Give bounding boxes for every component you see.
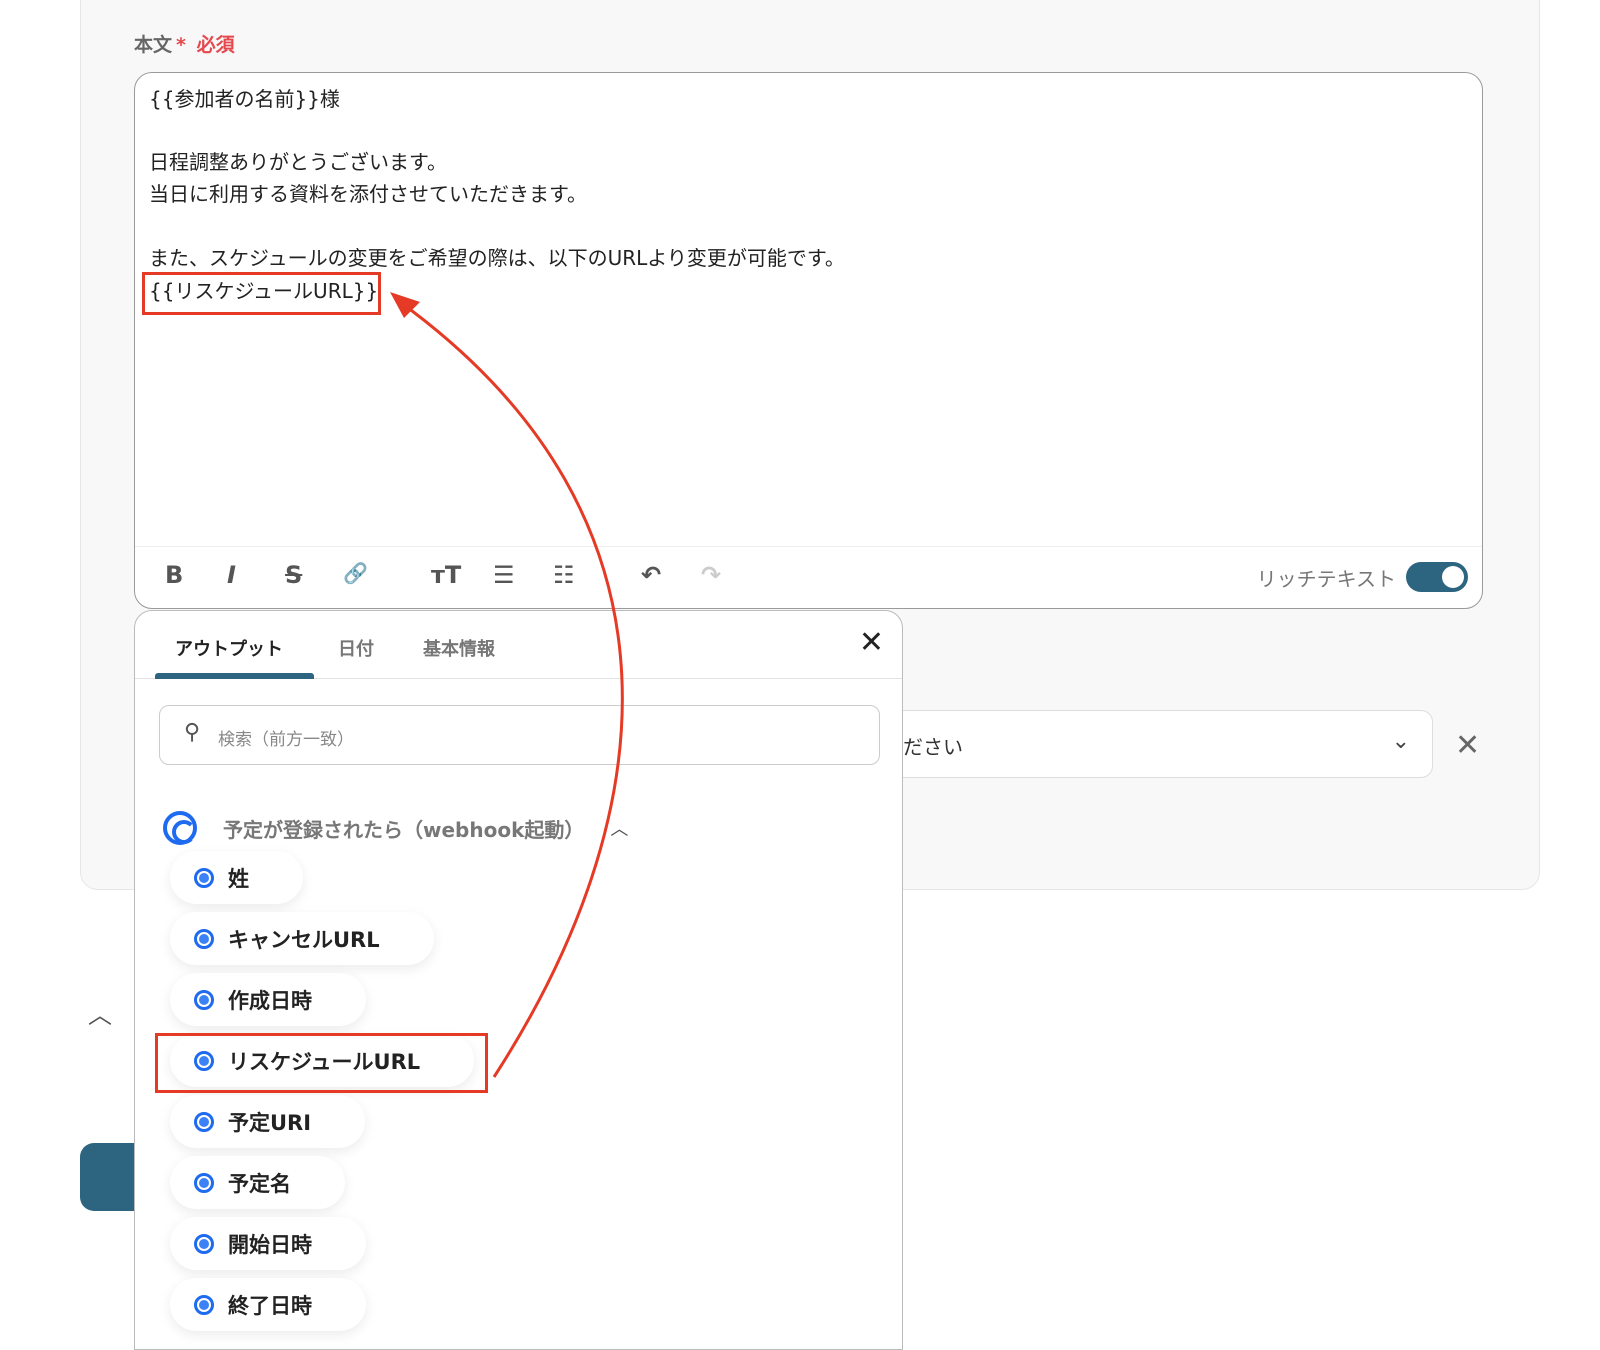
strikethrough-button[interactable]: S <box>285 561 302 589</box>
editor-line: 日程調整ありがとうございます。 <box>149 150 447 174</box>
editor-line: {{参加者の名前}}様 <box>149 87 340 111</box>
output-item[interactable]: 予定URI <box>170 1095 366 1148</box>
tab-date[interactable]: 日付 <box>338 635 374 661</box>
panel-tabs: アウトプット 日付 基本情報 ✕ <box>135 611 902 679</box>
chevron-down-icon: ⌄ <box>1391 729 1410 754</box>
output-item[interactable]: 作成日時 <box>170 973 366 1026</box>
output-picker-panel: アウトプット 日付 基本情報 ✕ ⚲ 検索（前方一致） 予定が登録されたら（we… <box>134 610 903 1350</box>
calendly-icon <box>194 1233 214 1254</box>
calendly-icon <box>194 928 214 949</box>
bold-button[interactable]: B <box>165 561 183 589</box>
output-item[interactable]: キャンセルURL <box>170 912 434 965</box>
remove-icon[interactable]: ✕ <box>1455 728 1480 763</box>
rich-text-toggle[interactable] <box>1406 562 1468 592</box>
calendly-icon <box>194 1172 214 1193</box>
body-editor[interactable]: {{参加者の名前}}様 日程調整ありがとうございます。 当日に利用する資料を添付… <box>134 72 1483 609</box>
tab-output[interactable]: アウトプット <box>175 635 283 661</box>
dropdown-select[interactable]: ださい ⌄ <box>880 710 1433 778</box>
search-input[interactable]: ⚲ 検索（前方一致） <box>159 705 880 765</box>
bullet-list-icon[interactable]: ☰ <box>493 561 515 589</box>
output-item[interactable]: 開始日時 <box>170 1217 366 1270</box>
search-placeholder: 検索（前方一致） <box>218 730 354 750</box>
primary-button[interactable] <box>80 1143 140 1211</box>
editor-toolbar: B I S 🔗 ᴛT ☰ ☷ ↶ ↷ リッチテキスト <box>135 546 1482 608</box>
link-icon[interactable]: 🔗 <box>343 561 368 585</box>
calendly-icon <box>194 989 214 1010</box>
group-header[interactable]: 予定が登録されたら（webhook起動） ︿ <box>163 811 628 845</box>
output-item-label: 予定URI <box>228 1110 312 1135</box>
chevron-up-icon[interactable]: ︿ <box>88 995 112 1030</box>
output-item-label: 開始日時 <box>228 1232 312 1257</box>
active-tab-indicator <box>155 673 314 679</box>
tab-basic-info[interactable]: 基本情報 <box>423 635 495 661</box>
output-item[interactable]: 姓 <box>170 851 303 904</box>
chevron-up-icon: ︿ <box>610 819 629 840</box>
output-item[interactable]: 終了日時 <box>170 1278 366 1331</box>
text-size-icon[interactable]: ᴛT <box>431 561 461 589</box>
output-item-label: 作成日時 <box>228 988 312 1013</box>
required-badge: 必須 <box>196 34 235 56</box>
numbered-list-icon[interactable]: ☷ <box>553 561 575 589</box>
rich-text-label: リッチテキスト <box>1256 567 1396 591</box>
calendly-icon <box>194 867 214 888</box>
editor-line: また、スケジュールの変更をご希望の際は、以下のURLより変更が可能です。 <box>149 246 845 270</box>
undo-icon[interactable]: ↶ <box>641 561 661 589</box>
redo-icon[interactable]: ↷ <box>701 561 721 589</box>
required-asterisk: * <box>176 34 186 56</box>
calendly-icon <box>194 1111 214 1132</box>
output-item[interactable]: 予定名 <box>170 1156 345 1209</box>
close-icon[interactable]: ✕ <box>859 625 884 660</box>
output-item-label: キャンセルURL <box>228 927 380 952</box>
calendly-icon <box>194 1294 214 1315</box>
italic-button[interactable]: I <box>227 561 236 589</box>
editor-line: 当日に利用する資料を添付させていただきます。 <box>149 182 587 206</box>
select-placeholder: ださい <box>903 735 963 759</box>
body-field-label: 本文 * 必須 <box>134 34 235 56</box>
output-item-label: 予定名 <box>228 1171 291 1196</box>
highlight-box-item <box>155 1033 488 1093</box>
output-item-label: 姓 <box>228 866 249 891</box>
output-item-label: 終了日時 <box>228 1293 312 1318</box>
group-title: 予定が登録されたら（webhook起動） <box>223 817 585 842</box>
calendly-icon <box>163 811 197 845</box>
highlight-box-variable <box>142 272 381 315</box>
search-icon: ⚲ <box>184 720 201 745</box>
